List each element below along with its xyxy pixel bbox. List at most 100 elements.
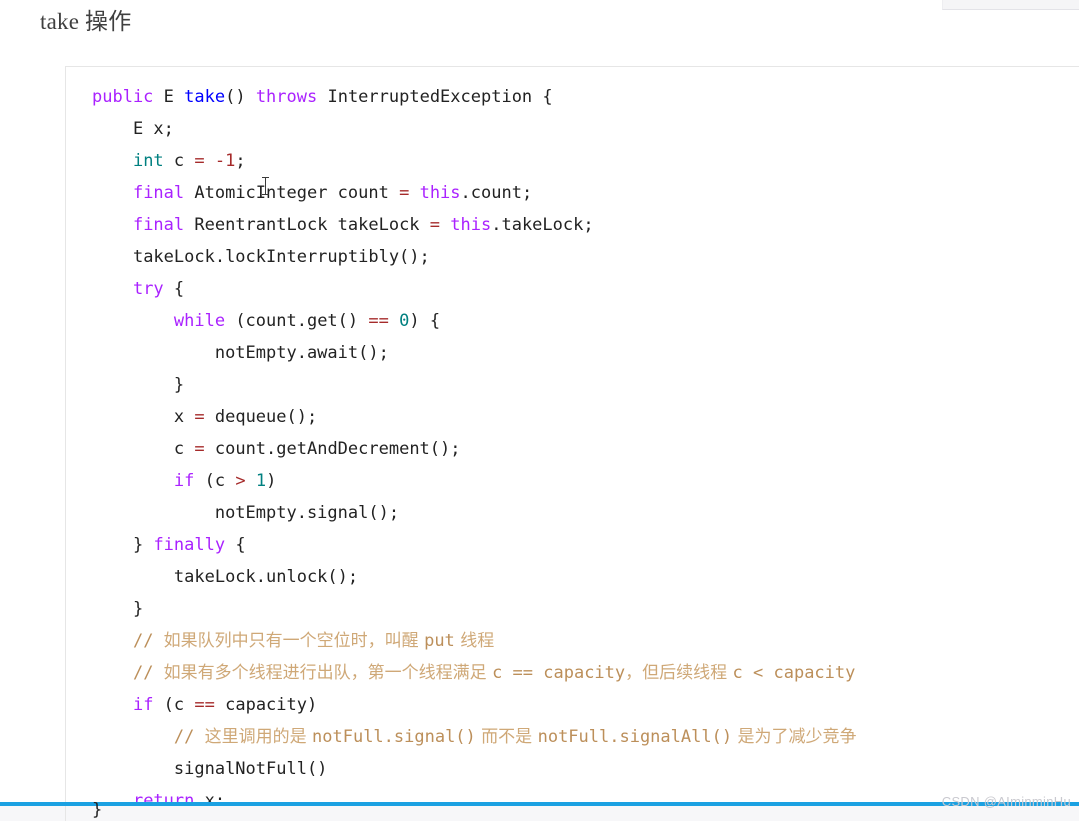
code-line: // 如果队列中只有一个空位时，叫醒 put 线程 [92,625,1079,657]
code-token-kw: finally [153,535,226,555]
page-title: take 操作 [40,9,132,34]
code-line: // 如果有多个线程进行出队，第一个线程满足 c == capacity，但后续… [92,657,1079,689]
code-token-comment-cjk: ，但后续线程 [625,663,733,683]
code-token-op: = [429,215,441,235]
code-line: final AtomicInteger count = this.count; [92,177,1079,209]
code-block-edge [65,806,66,821]
code-token-comment: // [132,631,164,651]
code-token-plain: takeLock.lockInterruptibly(); [132,247,430,267]
code-token-comment-cjk: 如果有多个线程进行出队，第一个线程满足 [163,663,493,683]
code-line: try { [92,273,1079,305]
code-token-kw: final [132,215,185,235]
code-token-comment-cjk: 是为了减少竞争 [732,727,857,747]
code-token-plain: } [132,535,154,555]
code-token-plain: capacity) [214,695,318,715]
code-line: if (c == capacity) [92,689,1079,721]
code-token-plain: (count.get() [225,311,369,331]
code-token-plain: signalNotFull() [173,759,328,779]
code-line: E x; [92,113,1079,145]
code-token-plain: takeLock.unlock(); [173,567,359,587]
code-token-comment: c == capacity [492,663,626,683]
code-line: } [92,369,1079,401]
code-token-plain: .count; [460,183,533,203]
code-token-op: == [194,695,215,715]
code-token-plain: { [163,279,185,299]
code-line: while (count.get() == 0) { [92,305,1079,337]
code-listing[interactable]: public E take() throws InterruptedExcept… [66,67,1079,813]
code-token-op: = [194,151,205,171]
code-token-comment-cjk: 如果队列中只有一个空位时，叫醒 [163,631,425,651]
code-token-kw: if [173,471,195,491]
code-token-kw: final [132,183,185,203]
code-token-op: = [194,407,205,427]
code-token-fn: take [184,87,226,107]
code-token-op: -1 [214,151,236,171]
code-token-plain: ReentrantLock takeLock [184,215,430,235]
code-token-op: = [399,183,410,203]
code-token-comment: // [132,663,164,683]
code-line: } [92,593,1079,625]
code-line: // 这里调用的是 notFull.signal() 而不是 notFull.s… [92,721,1079,753]
code-token-num: 1 [255,471,267,491]
code-token-op: = [194,439,205,459]
code-token-kw: while [173,311,226,331]
code-token-comment: notFull.signalAll() [537,727,733,747]
code-token-plain: } [173,375,185,395]
code-token-plain: .takeLock; [491,215,594,235]
code-token-comment-cjk: 线程 [454,631,495,651]
code-line: c = count.getAndDecrement(); [92,433,1079,465]
csdn-watermark: CSDN @AIminminHu [941,794,1071,809]
code-token-plain: (c [194,471,236,491]
code-token-plain: notEmpty.await(); [214,343,389,363]
code-token-plain: x [173,407,195,427]
code-line: takeLock.lockInterruptibly(); [92,241,1079,273]
top-right-stub [942,0,1079,10]
code-token-plain: (c [153,695,195,715]
code-token-plain: } [132,599,144,619]
code-block[interactable]: public E take() throws InterruptedExcept… [65,66,1079,814]
code-token-plain: InterruptedException { [317,87,553,107]
code-token-type: int [132,151,164,171]
code-token-comment-cjk: 这里调用的是 [204,727,313,747]
footer-strip: } [0,800,1079,821]
code-token-num: 0 [399,311,410,331]
code-token-plain: dequeue(); [204,407,318,427]
code-token-kw: try [132,279,164,299]
code-token-plain: ) [266,471,277,491]
code-line: int c = -1; [92,145,1079,177]
code-token-comment-cjk: 而不是 [475,727,538,747]
code-line: } finally { [92,529,1079,561]
code-token-plain: () [225,87,256,107]
code-token-op: > [235,471,246,491]
code-line: x = dequeue(); [92,401,1079,433]
code-token-comment: c < capacity [732,663,856,683]
code-line: signalNotFull() [92,753,1079,785]
code-token-plain: E [153,87,185,107]
code-token-comment: // [173,727,205,747]
code-line: notEmpty.await(); [92,337,1079,369]
code-token-kw: throws [255,87,318,107]
code-token-plain: AtomicInteger count [184,183,400,203]
code-line: public E take() throws InterruptedExcept… [92,81,1079,113]
